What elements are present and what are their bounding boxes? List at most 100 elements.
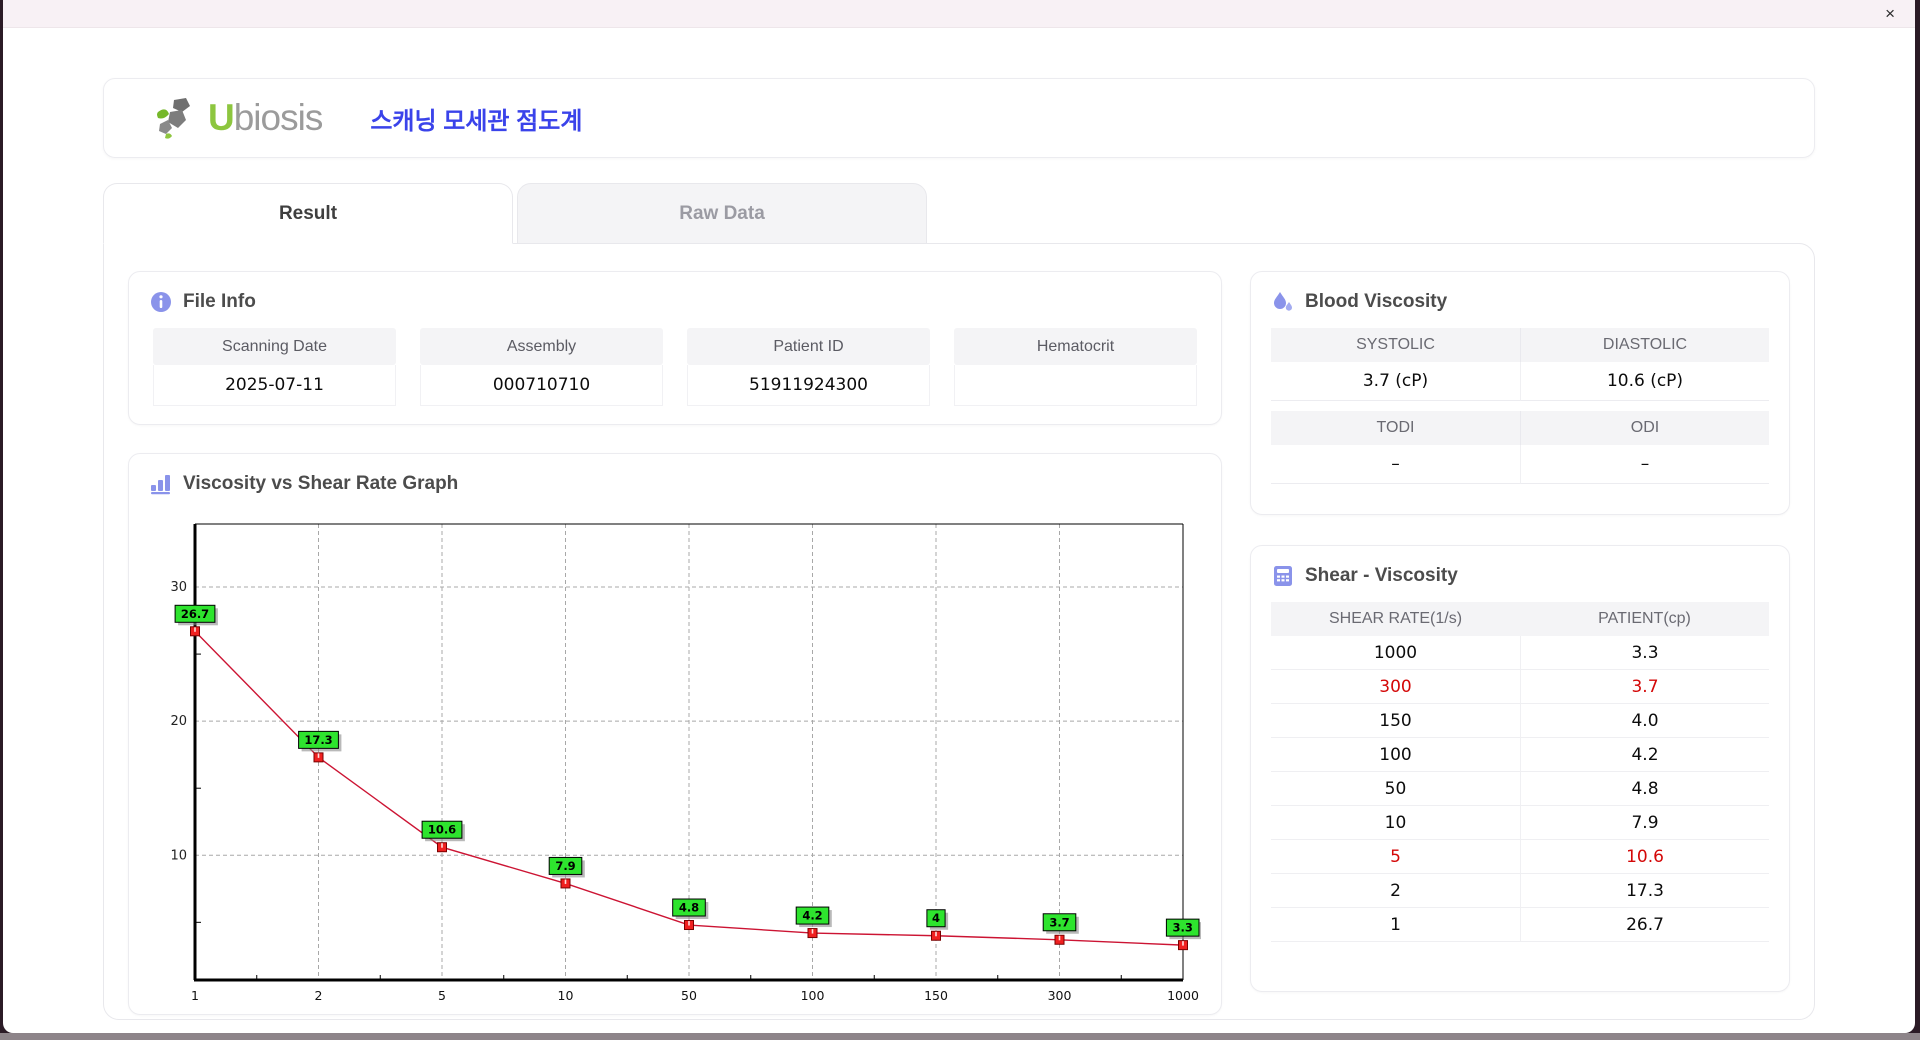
file-info-field: Patient ID 51911924300 — [687, 328, 930, 406]
svg-text:50: 50 — [681, 988, 697, 1003]
app-window: × Ubiosis 스캐닝 모세관 점도계 Result Raw Data Fi… — [3, 0, 1915, 1033]
svg-text:20: 20 — [170, 714, 187, 729]
result-panel: File Info Scanning Date 2025-07-11 Assembl… — [103, 243, 1815, 1020]
brand-u: U — [208, 97, 235, 138]
viscosity-chart: 10 20 30 1 2 5 10 50 100 150 300 1000 26.7 17.3 10.6 7.… — [149, 510, 1202, 1023]
svg-text:10.6: 10.6 — [428, 823, 456, 837]
file-info-grid: Scanning Date 2025-07-11 Assembly 000710710… — [149, 328, 1201, 406]
shear-viscosity-card: Shear - Viscosity SHEAR RATE(1/s) PATIEN… — [1250, 545, 1790, 992]
patient-value-cell: 17.3 — [1520, 874, 1769, 908]
svg-text:4.8: 4.8 — [679, 901, 699, 915]
svg-text:26.7: 26.7 — [181, 607, 209, 621]
file-info-field-value: 51911924300 — [687, 365, 930, 406]
patient-value-cell: 4.2 — [1520, 738, 1769, 772]
svg-text:150: 150 — [924, 988, 948, 1003]
bv-value-cell: 10.6 (cP) — [1520, 362, 1769, 401]
shear-rate-cell: 1 — [1390, 914, 1401, 935]
file-info-field-label: Scanning Date — [153, 328, 396, 365]
blood-viscosity-group: TODI ODI – – — [1271, 411, 1769, 484]
svg-text:4.2: 4.2 — [802, 909, 822, 923]
svg-text:3.7: 3.7 — [1049, 915, 1069, 929]
patient-value-cell: 3.3 — [1520, 636, 1769, 670]
bar-chart-icon — [149, 472, 173, 496]
ubiosis-logo-icon — [157, 98, 190, 139]
svg-text:1: 1 — [191, 988, 199, 1003]
file-info-field-label: Assembly — [420, 328, 663, 365]
patient-value-cell: 10.6 — [1520, 840, 1769, 874]
window-close-button[interactable]: × — [1879, 3, 1901, 24]
file-info-field: Assembly 000710710 — [420, 328, 663, 406]
shear-rate-cell: 100 — [1379, 744, 1412, 765]
tab-bar: Result Raw Data — [103, 183, 1815, 244]
shear-col-rate: SHEAR RATE(1/s) — [1271, 602, 1520, 637]
svg-text:4: 4 — [932, 911, 940, 925]
svg-text:10: 10 — [170, 848, 187, 863]
file-info-field-value — [954, 365, 1197, 406]
file-info-card: File Info Scanning Date 2025-07-11 Assembl… — [128, 271, 1222, 425]
svg-text:10: 10 — [558, 988, 574, 1003]
file-info-field: Scanning Date 2025-07-11 — [153, 328, 396, 406]
brand-text: Ubiosis — [208, 97, 324, 139]
svg-text:30: 30 — [170, 580, 187, 595]
window-titlebar: × — [3, 0, 1915, 28]
shear-table-header: SHEAR RATE(1/s) PATIENT(cp) — [1271, 602, 1769, 637]
svg-text:5: 5 — [438, 988, 446, 1003]
shear-col-patient: PATIENT(cp) — [1520, 602, 1769, 637]
file-info-field-label: Patient ID — [687, 328, 930, 365]
blood-viscosity-card: Blood Viscosity SYSTOLIC DIASTOLIC 3.7 (cP… — [1250, 271, 1790, 516]
header-card: Ubiosis 스캐닝 모세관 점도계 — [103, 78, 1815, 158]
shear-table-row: 5 10.6 — [1271, 840, 1769, 875]
shear-table-row: 10 7.9 — [1271, 806, 1769, 841]
bv-value-cell: 3.7 (cP) — [1271, 362, 1520, 401]
bv-header-cell: TODI — [1271, 411, 1520, 445]
patient-value-cell: 4.8 — [1520, 772, 1769, 806]
blood-viscosity-title: Blood Viscosity — [1305, 291, 1448, 312]
tab-raw-data[interactable]: Raw Data — [517, 183, 927, 244]
bv-header-cell: ODI — [1520, 411, 1769, 445]
shear-table-row: 50 4.8 — [1271, 772, 1769, 807]
svg-text:3.3: 3.3 — [1173, 921, 1193, 935]
app-title: 스캐닝 모세관 점도계 — [370, 107, 583, 135]
svg-text:17.3: 17.3 — [304, 733, 332, 747]
shear-rate-cell: 2 — [1390, 880, 1401, 901]
shear-table-row: 300 3.7 — [1271, 670, 1769, 705]
patient-value-cell: 3.7 — [1520, 670, 1769, 704]
file-info-field-value: 2025-07-11 — [153, 365, 396, 406]
shear-table-row: 2 17.3 — [1271, 874, 1769, 909]
blood-viscosity-table: SYSTOLIC DIASTOLIC 3.7 (cP) 10.6 (cP) TODI OD… — [1271, 328, 1769, 484]
calculator-icon — [1271, 564, 1295, 588]
bv-header-cell: DIASTOLIC — [1520, 328, 1769, 362]
right-column: Blood Viscosity SYSTOLIC DIASTOLIC 3.7 (cP… — [1250, 271, 1790, 992]
shear-rate-cell: 10 — [1384, 812, 1407, 833]
patient-value-cell: 4.0 — [1520, 704, 1769, 738]
graph-title: Viscosity vs Shear Rate Graph — [183, 473, 459, 494]
brand-rest: biosis — [233, 97, 324, 138]
patient-value-cell: 26.7 — [1520, 908, 1769, 942]
bv-value-cell: – — [1271, 445, 1520, 484]
svg-text:7.9: 7.9 — [555, 859, 575, 873]
patient-value-cell: 7.9 — [1520, 806, 1769, 840]
shear-table-body: 1000 3.3 300 3.7 150 4.0 100 4.2 50 4.8 10 7.9 5 10.6… — [1271, 636, 1769, 943]
shear-rate-cell: 5 — [1390, 846, 1401, 867]
bv-value-cell: – — [1520, 445, 1769, 484]
shear-table-row: 150 4.0 — [1271, 704, 1769, 739]
file-info-field-label: Hematocrit — [954, 328, 1197, 365]
file-info-title: File Info — [183, 291, 256, 312]
shear-table-row: 1000 3.3 — [1271, 636, 1769, 671]
viscosity-chart-svg: 10 20 30 1 2 5 10 50 100 150 300 1000 26.7 17.3 10.6 7.… — [170, 523, 1202, 1003]
ubiosis-logo: Ubiosis — [152, 94, 324, 142]
desktop-bottom-strip — [0, 1033, 1920, 1040]
blood-viscosity-group: SYSTOLIC DIASTOLIC 3.7 (cP) 10.6 (cP) — [1271, 328, 1769, 401]
info-icon — [149, 290, 173, 314]
left-column: File Info Scanning Date 2025-07-11 Assembl… — [128, 271, 1222, 1015]
blood-drops-icon — [1271, 290, 1295, 314]
svg-text:2: 2 — [315, 988, 323, 1003]
svg-text:300: 300 — [1048, 988, 1072, 1003]
bv-header-cell: SYSTOLIC — [1271, 328, 1520, 362]
shear-table-row: 1 26.7 — [1271, 908, 1769, 943]
tab-result[interactable]: Result — [103, 183, 513, 244]
shear-viscosity-title: Shear - Viscosity — [1305, 565, 1458, 587]
svg-text:100: 100 — [801, 988, 825, 1003]
shear-rate-cell: 50 — [1384, 778, 1407, 799]
file-info-field: Hematocrit — [954, 328, 1197, 406]
